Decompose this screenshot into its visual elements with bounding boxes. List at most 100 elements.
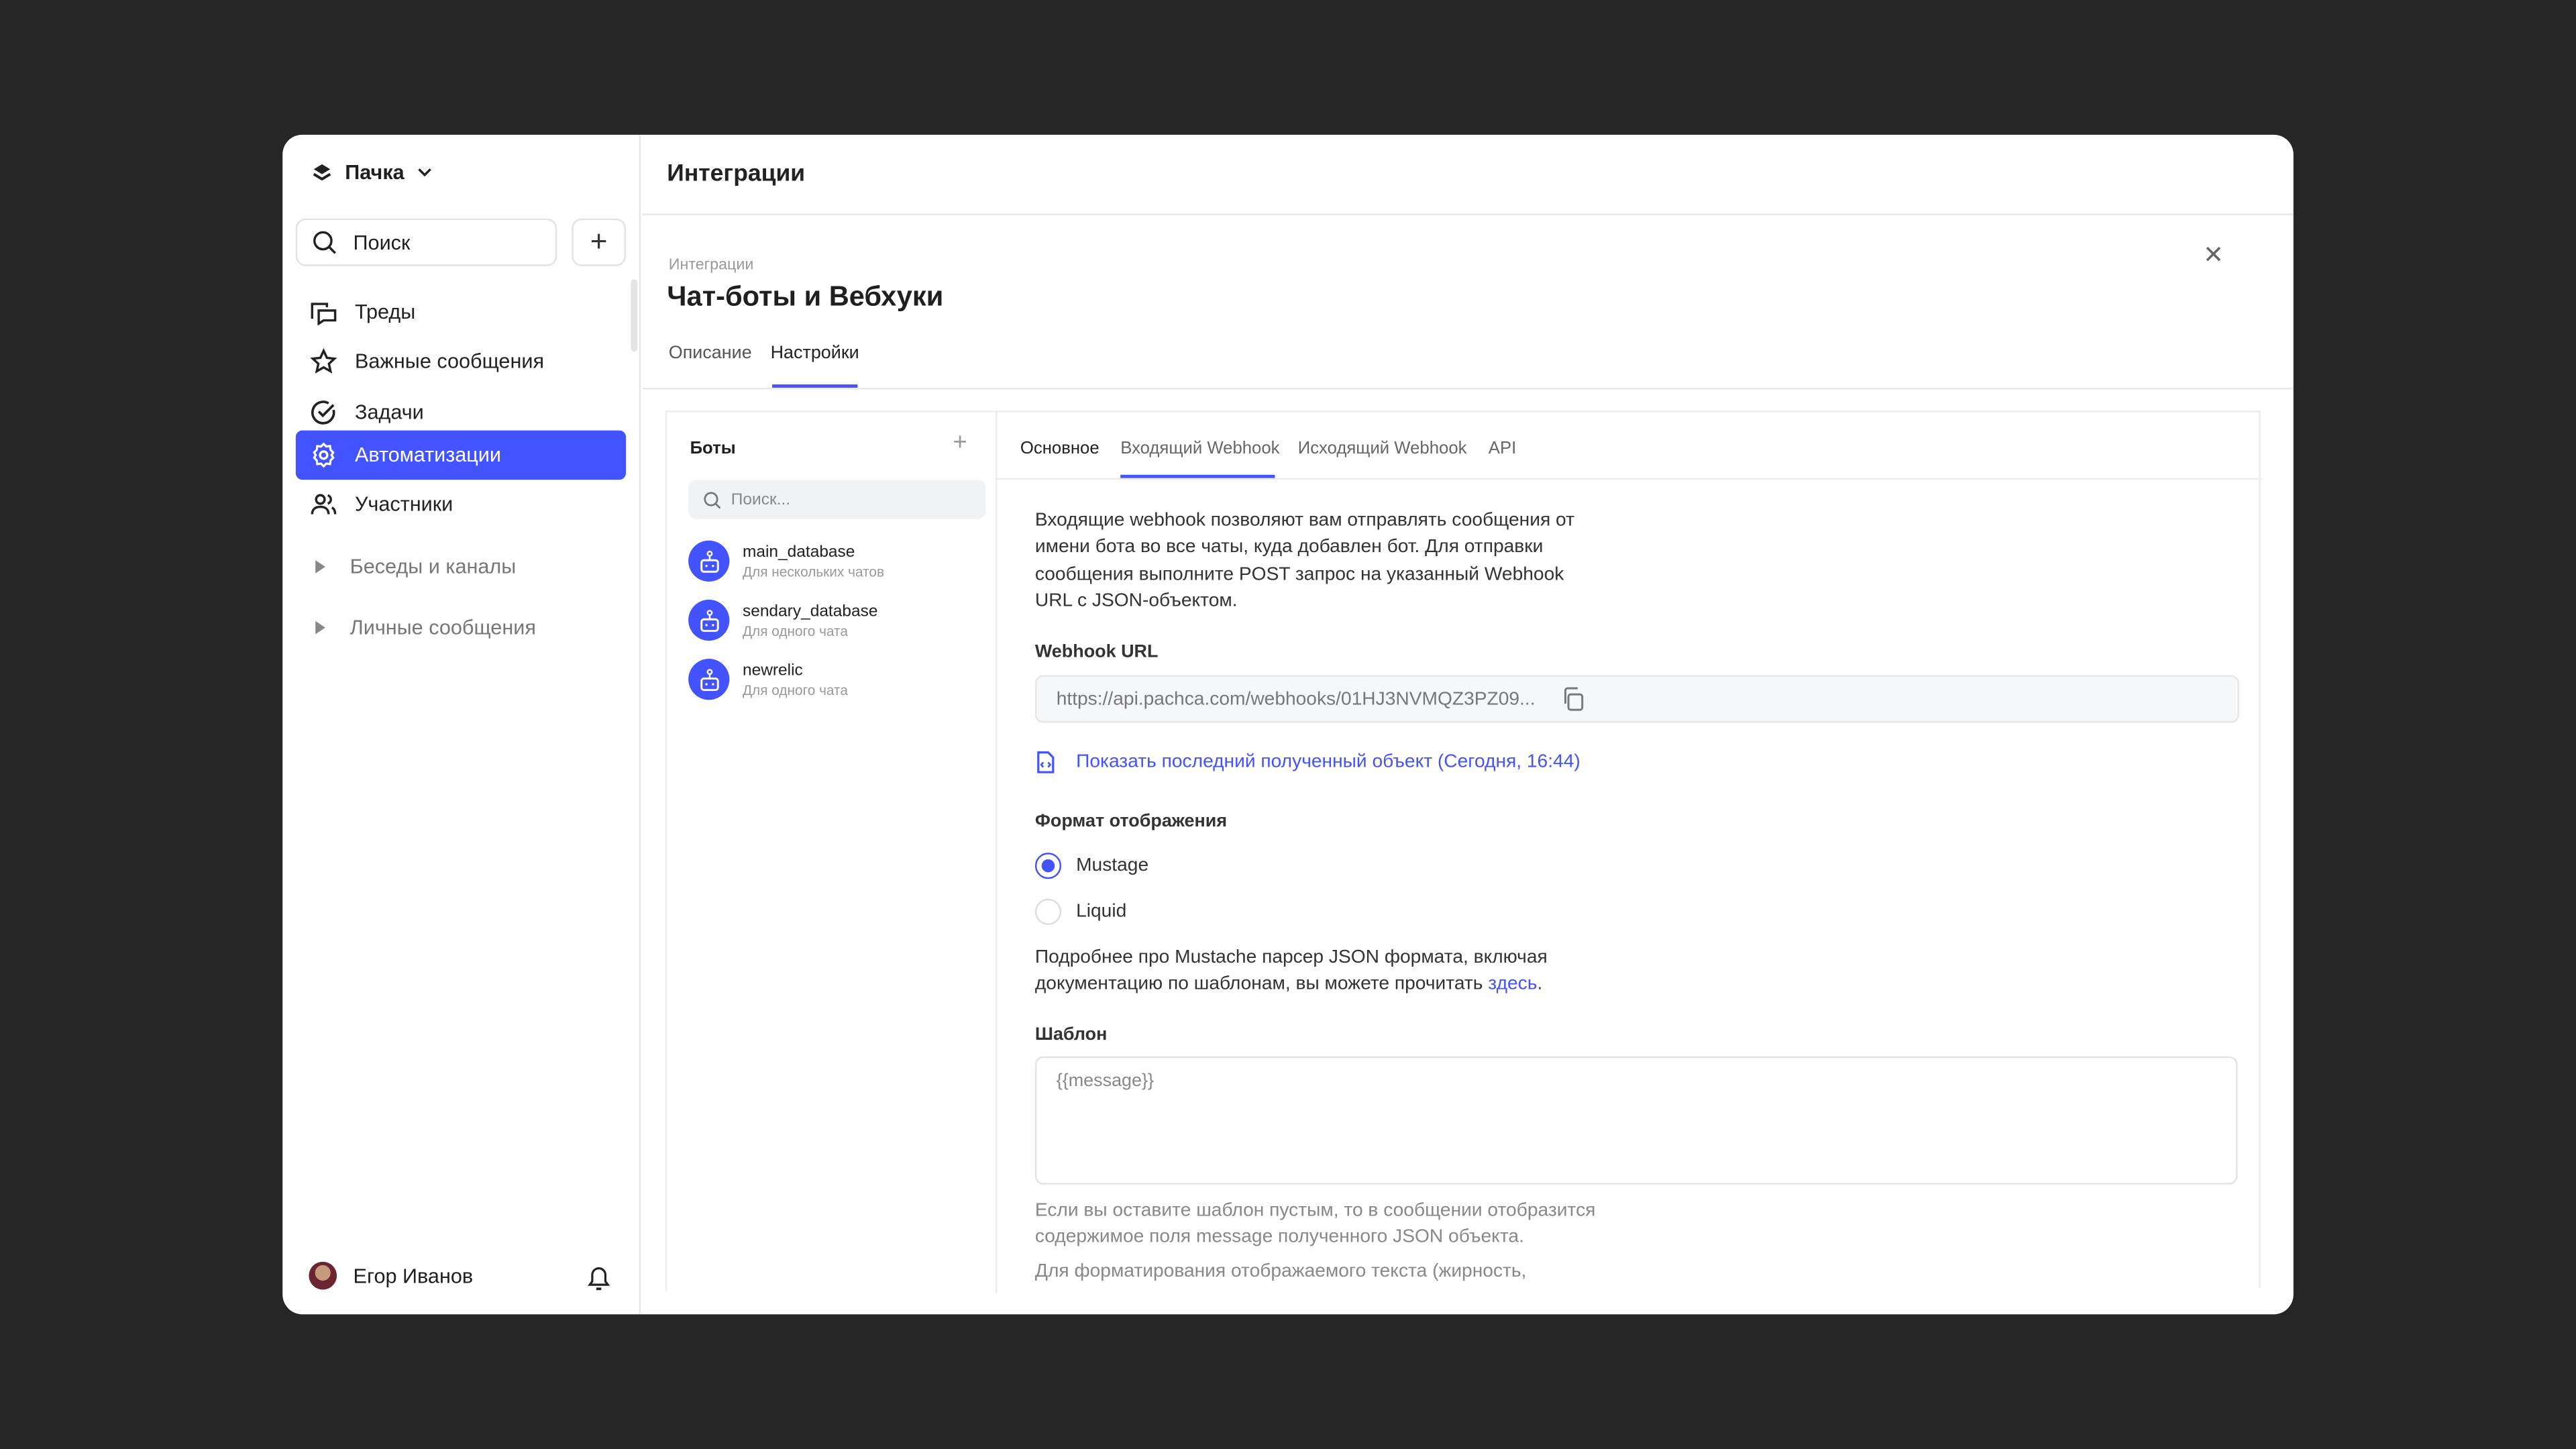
sidebar-search[interactable]: Поиск [295, 218, 557, 266]
caret-right-icon [315, 621, 325, 635]
text-line: Если вы оставите шаблон пустым, то в соо… [1034, 1201, 1596, 1221]
bot-icon [688, 599, 730, 641]
text-line: Входящие webhook позволяют вам отправлят… [1034, 511, 1575, 531]
sidebar-item-important[interactable]: Важные сообщения [296, 337, 626, 386]
radio-label: Mustage [1076, 855, 1149, 876]
sidebar-item-members[interactable]: Участники [296, 480, 626, 529]
template-placeholder: {{message}} [1056, 1071, 1155, 1091]
tab-api[interactable]: API [1489, 439, 1516, 458]
group-chats-channels[interactable]: Беседы и каналы [315, 555, 516, 578]
text-line: имени бота во все чаты, куда добавлен бо… [1034, 537, 1544, 558]
bell-icon[interactable] [586, 1265, 611, 1291]
intro-text: Входящие webhook позволяют вам отправлят… [1035, 508, 1574, 616]
sidebar-item-label: Автоматизации [354, 443, 502, 467]
sidebar-item-label: Важные сообщения [354, 350, 545, 373]
breadcrumb[interactable]: Интеграции [669, 256, 754, 274]
sidebar-scrollbar[interactable] [631, 279, 638, 352]
bot-item[interactable]: newrelic Для одного чата [688, 659, 848, 700]
bot-icon [688, 659, 730, 700]
search-icon [313, 231, 336, 254]
bot-scope: Для одного чата [742, 681, 848, 698]
bot-name: newrelic [742, 661, 803, 680]
last-object-link[interactable]: Показать последний полученный объект (Се… [1035, 751, 1580, 773]
bot-scope: Для одного чата [742, 621, 848, 639]
format-label: Формат отображения [1034, 811, 1228, 832]
check-circle-icon [311, 400, 335, 425]
format-help: Для форматирования отображаемого текста … [1034, 1261, 1527, 1282]
sidebar-item-automations[interactable]: Автоматизации [295, 430, 627, 480]
divider [642, 387, 2294, 390]
bot-name: main_database [742, 543, 855, 561]
workspace-name: Пачка [345, 161, 405, 184]
template-label: Шаблон [1034, 1025, 1108, 1045]
docs-text: Подробнее про Mustache парсер JSON форма… [1035, 945, 1548, 998]
bot-scope: Для нескольких чатов [742, 562, 885, 580]
search-icon [704, 491, 721, 508]
template-help: Если вы оставите шаблон пустым, то в соо… [1035, 1197, 1596, 1251]
workspace-switcher[interactable]: Пачка [312, 161, 432, 184]
radio-label: Liquid [1076, 902, 1127, 922]
user-profile[interactable]: Егор Иванов [309, 1261, 474, 1290]
users-icon [311, 494, 337, 515]
bot-item[interactable]: sendary_database Для одного чата [688, 599, 878, 641]
group-label: Личные сообщения [350, 616, 536, 639]
main-content: Интеграции Интеграции Чат-боты и Вебхуки… [642, 135, 2294, 1314]
add-bot-button[interactable]: + [953, 429, 967, 457]
bots-title: Боты [690, 438, 736, 459]
sidebar-item-threads[interactable]: Треды [296, 288, 626, 337]
text-line: документацию по шаблонам, вы можете проч… [1034, 975, 1489, 995]
bot-name: sendary_database [742, 602, 878, 621]
group-label: Беседы и каналы [350, 555, 517, 579]
file-code-icon [1037, 751, 1055, 773]
star-icon [310, 348, 337, 374]
radio-empty-icon [1034, 898, 1062, 925]
last-object-link-text: Показать последний полученный объект (Се… [1076, 752, 1580, 773]
bot-icon [688, 540, 730, 582]
header-title: Интеграции [667, 161, 806, 188]
text-line: Подробнее про Mustache парсер JSON форма… [1034, 948, 1548, 968]
docs-link[interactable]: здесь [1488, 975, 1537, 994]
chevron-down-icon [418, 168, 432, 177]
text-line: URL с JSON-объектом. [1034, 592, 1238, 612]
radio-mustage[interactable]: Mustage [1034, 853, 1149, 879]
gear-icon [313, 442, 335, 468]
add-button[interactable]: + [572, 218, 627, 266]
divider [997, 478, 2263, 480]
radio-liquid[interactable]: Liquid [1034, 898, 1127, 925]
tab-settings[interactable]: Настройки [771, 343, 859, 363]
text-punct: . [1537, 975, 1543, 995]
caret-right-icon [315, 560, 325, 574]
sidebar-item-tasks[interactable]: Задачи [296, 388, 626, 437]
bots-list: Боты + Поиск... main_database Для несколь… [667, 412, 998, 1293]
webhook-url-value: https://api.pachca.com/webhooks/01HJ3NVM… [1056, 689, 1536, 709]
scroll-edge [997, 1288, 2263, 1293]
search-placeholder: Поиск... [731, 490, 791, 508]
webhook-url-field[interactable]: https://api.pachca.com/webhooks/01HJ3NVM… [1034, 675, 2239, 723]
threads-icon [311, 303, 337, 325]
copy-icon[interactable] [1562, 687, 1587, 712]
group-direct-messages[interactable]: Личные сообщения [315, 616, 536, 639]
integration-panel: Боты + Поиск... main_database Для несколь… [665, 411, 2263, 1293]
avatar [309, 1261, 337, 1290]
template-textarea[interactable]: {{message}} [1034, 1056, 2238, 1185]
text-line: сообщения выполните POST запрос на указа… [1034, 564, 1564, 585]
user-name: Егор Иванов [353, 1264, 474, 1287]
text-line: содержимое поля message полученного JSON… [1034, 1228, 1524, 1248]
tab-outgoing-webhook[interactable]: Исходящий Webhook [1298, 439, 1467, 458]
sidebar-item-label: Задачи [354, 400, 424, 424]
tab-description[interactable]: Описание [669, 343, 752, 363]
bot-item[interactable]: main_database Для нескольких чатов [688, 540, 885, 582]
close-icon[interactable]: ✕ [2203, 240, 2224, 270]
logo-icon [313, 164, 331, 181]
divider [642, 213, 2294, 215]
plus-icon: + [590, 225, 608, 258]
tab-general[interactable]: Основное [1020, 439, 1099, 458]
bots-search-input[interactable]: Поиск... [688, 480, 986, 519]
page-title: Чат-боты и Вебхуки [667, 280, 944, 313]
sidebar-item-label: Треды [354, 301, 416, 324]
webhook-url-label: Webhook URL [1034, 642, 1159, 662]
tab-incoming-webhook[interactable]: Входящий Webhook [1120, 439, 1279, 458]
radio-selected-icon [1034, 853, 1062, 879]
app-window: Пачка Поиск + Треды Важные сообщения Зад… [282, 134, 2294, 1315]
search-placeholder: Поиск [353, 231, 411, 254]
